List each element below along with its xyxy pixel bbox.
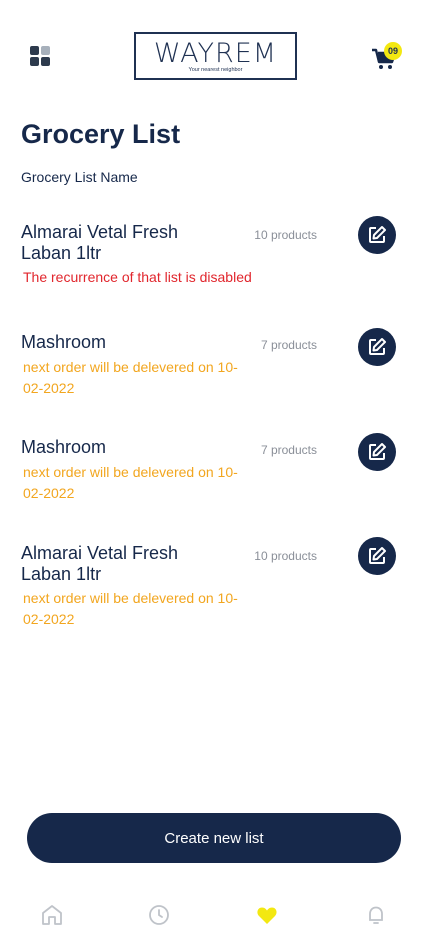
edit-icon <box>369 338 386 355</box>
heart-icon <box>257 907 277 924</box>
tab-favorites[interactable] <box>247 895 287 935</box>
home-icon <box>42 905 62 925</box>
app-header: WAYREM Your nearest neighbor 09 <box>0 0 428 110</box>
list-name: Almarai Vetal Fresh Laban 1ltr <box>21 543 179 584</box>
edit-icon <box>369 547 386 564</box>
recurrence-status: The recurrence of that list is disabled <box>23 269 252 285</box>
page-title: Grocery List <box>21 119 181 149</box>
edit-list-button[interactable] <box>358 328 396 366</box>
list-name: Mashroom <box>21 437 107 457</box>
tab-home[interactable] <box>32 895 72 935</box>
edit-icon <box>369 226 386 243</box>
product-count: 10 products <box>254 549 317 563</box>
create-new-list-button[interactable]: Create new list <box>27 813 401 863</box>
cart-count-badge: 09 <box>384 42 402 60</box>
list-name: Almarai Vetal Fresh Laban 1ltr <box>21 222 179 263</box>
bottom-tab-bar <box>0 895 428 939</box>
edit-list-button[interactable] <box>358 216 396 254</box>
product-count: 10 products <box>254 228 317 242</box>
edit-icon <box>369 443 386 460</box>
next-delivery-status: next order will be delevered on 10-02-20… <box>23 359 238 396</box>
next-delivery-status: next order will be delevered on 10-02-20… <box>23 464 238 501</box>
bell-icon <box>369 906 383 924</box>
section-label: Grocery List Name <box>21 169 138 185</box>
tab-notifications[interactable] <box>356 895 396 935</box>
list-name: Mashroom <box>21 332 107 352</box>
grid-menu-icon[interactable] <box>30 46 52 68</box>
brand-logo: WAYREM Your nearest neighbor <box>134 32 297 80</box>
logo-tagline: Your nearest neighbor <box>188 67 243 73</box>
edit-list-button[interactable] <box>358 537 396 575</box>
tab-history[interactable] <box>139 895 179 935</box>
next-delivery-status: next order will be delevered on 10-02-20… <box>23 590 238 627</box>
clock-icon <box>149 905 169 925</box>
product-count: 7 products <box>260 443 317 457</box>
product-count: 7 products <box>260 338 317 352</box>
logo-text: WAYREM <box>153 38 278 69</box>
edit-list-button[interactable] <box>358 433 396 471</box>
